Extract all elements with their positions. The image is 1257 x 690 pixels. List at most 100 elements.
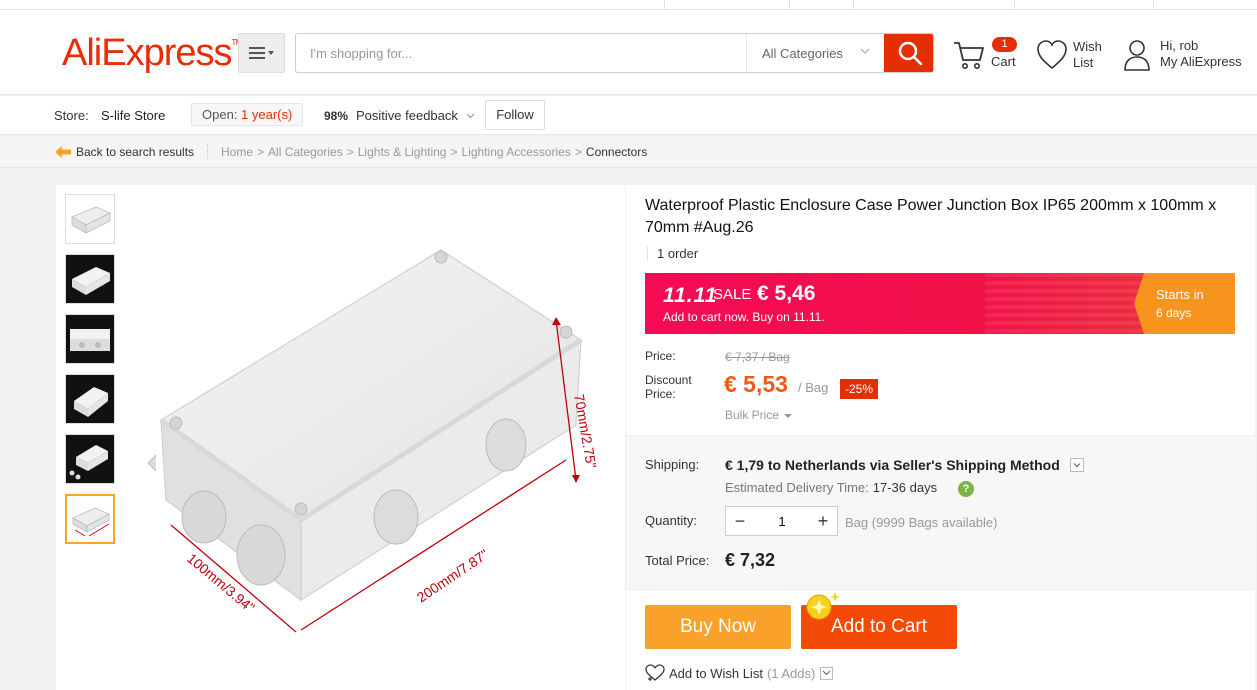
category-menu-button[interactable] bbox=[238, 33, 285, 73]
discount-label-line1: Discount bbox=[645, 373, 692, 387]
breadcrumb-separator: > bbox=[450, 145, 458, 159]
site-header: AliExpressTM All Categories 1 Cart bbox=[0, 10, 1257, 95]
estimated-delivery-days: 17-36 days bbox=[872, 480, 938, 495]
discount-price: € 5,53 bbox=[724, 371, 788, 397]
product-thumbnail-image bbox=[72, 507, 110, 537]
price-label: Price: bbox=[645, 349, 676, 363]
top-strip-divider bbox=[1153, 0, 1154, 9]
product-title: Waterproof Plastic Enclosure Case Power … bbox=[645, 197, 1217, 236]
account-label: Hi, rob My AliExpress bbox=[1160, 38, 1242, 70]
breadcrumb-separator: > bbox=[346, 145, 354, 159]
account-my-aliexpress: My AliExpress bbox=[1160, 54, 1242, 69]
product-thumbnail-image bbox=[69, 445, 108, 480]
thumbnail-list bbox=[65, 194, 117, 554]
sale-banner: 11.11 SALE € 5,46 Add to cart now. Buy o… bbox=[645, 273, 1235, 334]
cart-icon bbox=[954, 42, 984, 69]
original-price: € 7,37 / Bag bbox=[725, 350, 790, 364]
category-select-value: All Categories bbox=[762, 45, 843, 61]
product-main-image[interactable]: 70mm/2.75" 200mm/7.87" 100mm/3.94" bbox=[136, 225, 616, 675]
wish-list-dropdown[interactable] bbox=[820, 666, 834, 680]
store-label: Store: bbox=[54, 108, 89, 123]
category-select[interactable]: All Categories bbox=[746, 34, 884, 72]
discount-percent-badge: -25% bbox=[840, 379, 879, 399]
sale-starts-label: Starts in bbox=[1156, 287, 1204, 302]
feedback-percent: 98% bbox=[324, 109, 349, 123]
buy-now-button[interactable]: Buy Now bbox=[645, 605, 791, 649]
cart-label: Cart bbox=[991, 54, 1016, 69]
top-strip bbox=[0, 0, 1257, 10]
thumbnail[interactable] bbox=[65, 314, 115, 364]
store-open-years: 1 year(s) bbox=[241, 107, 293, 122]
breadcrumb-home[interactable]: Home bbox=[221, 145, 253, 159]
account-link[interactable]: Hi, rob My AliExpress bbox=[1123, 37, 1253, 77]
search-icon bbox=[898, 41, 922, 66]
store-open-duration: Open: 1 year(s) bbox=[191, 103, 304, 126]
cart-link[interactable]: 1 Cart bbox=[952, 37, 1022, 77]
user-icon bbox=[1124, 40, 1150, 71]
shipping-label: Shipping: bbox=[645, 457, 700, 472]
shipping-method-dropdown[interactable] bbox=[1070, 458, 1084, 472]
chevron-down-icon bbox=[466, 113, 475, 119]
thumbnail[interactable] bbox=[65, 194, 115, 244]
logo-text: AliExpress bbox=[62, 32, 232, 74]
search-bar: All Categories bbox=[295, 33, 934, 73]
follow-button[interactable]: Follow bbox=[485, 100, 545, 130]
bulk-price-dropdown[interactable]: Bulk Price bbox=[725, 408, 793, 422]
wish-list-link[interactable]: Wish List bbox=[1036, 38, 1116, 78]
thumbnail[interactable] bbox=[65, 434, 115, 484]
heart-icon bbox=[1037, 40, 1067, 70]
store-name-link[interactable]: S-life Store bbox=[101, 108, 165, 123]
back-arrow-icon bbox=[55, 146, 71, 158]
positive-feedback-link[interactable]: Positive feedback bbox=[356, 108, 458, 123]
top-strip-divider bbox=[1014, 0, 1015, 9]
add-to-wish-list-label: Add to Wish List bbox=[669, 665, 763, 681]
back-to-search-label: Back to search results bbox=[76, 145, 195, 159]
breadcrumb-lighting-accessories[interactable]: Lighting Accessories bbox=[462, 145, 571, 159]
add-to-wish-list-link[interactable]: Add to Wish List (1 Adds) bbox=[645, 663, 834, 683]
estimated-delivery-label: Estimated Delivery Time: bbox=[725, 480, 869, 495]
cart-count-badge: 1 bbox=[992, 37, 1017, 52]
breadcrumb-divider bbox=[207, 144, 208, 160]
quantity-input[interactable] bbox=[754, 507, 810, 535]
sale-1111-badge: 11.11 bbox=[663, 284, 718, 307]
breadcrumb-bar: Back to search results Home > All Categori… bbox=[0, 136, 1257, 168]
dimension-height-label: 70mm/2.75" bbox=[571, 393, 600, 470]
chevron-down-icon bbox=[860, 48, 870, 54]
top-strip-divider bbox=[789, 0, 790, 9]
wish-list-adds: (1 Adds) bbox=[766, 665, 816, 681]
product-thumbnail-image bbox=[72, 267, 110, 295]
top-strip-divider bbox=[664, 0, 665, 9]
breadcrumb-separator: > bbox=[257, 145, 265, 159]
discount-label-line2: Price: bbox=[645, 387, 676, 401]
quantity-decrease-button[interactable]: − bbox=[726, 507, 754, 535]
bulk-price-label: Bulk Price bbox=[725, 408, 780, 422]
thumbnail[interactable] bbox=[65, 254, 115, 304]
quantity-available: Bag (9999 Bags available) bbox=[845, 515, 998, 530]
top-strip-divider bbox=[853, 0, 854, 9]
help-icon[interactable]: ? bbox=[958, 481, 974, 497]
quantity-stepper: − + bbox=[725, 506, 838, 536]
chevron-down-icon bbox=[1073, 463, 1081, 468]
caret-down-icon bbox=[784, 414, 793, 418]
thumbnail[interactable] bbox=[65, 374, 115, 424]
sale-countdown: Starts in 6 days bbox=[1134, 273, 1235, 334]
breadcrumb-all-categories[interactable]: All Categories bbox=[268, 145, 343, 159]
sale-starts-value: 6 days bbox=[1156, 306, 1192, 320]
sale-label: SALE bbox=[713, 286, 752, 303]
store-bar: Store: S-life Store Open: 1 year(s) 98% … bbox=[0, 96, 1257, 135]
back-to-search-link[interactable]: Back to search results bbox=[54, 143, 194, 161]
quantity-increase-button[interactable]: + bbox=[809, 507, 837, 535]
search-input[interactable] bbox=[296, 34, 746, 72]
estimated-delivery: Estimated Delivery Time: 17-36 days bbox=[725, 480, 937, 495]
thumbnail-active[interactable] bbox=[65, 494, 115, 544]
product-info: Waterproof Plastic Enclosure Case Power … bbox=[625, 185, 1256, 690]
wish-label-line2: List bbox=[1073, 55, 1094, 70]
product-thumbnail-image bbox=[74, 387, 108, 417]
search-button[interactable] bbox=[884, 34, 933, 72]
sparkle-icon bbox=[806, 592, 840, 620]
breadcrumb-lights-lighting[interactable]: Lights & Lighting bbox=[358, 145, 447, 159]
aliexpress-logo[interactable]: AliExpressTM bbox=[62, 32, 242, 75]
wish-label-line1: Wish bbox=[1073, 39, 1102, 54]
discount-price-label: Discount Price: bbox=[645, 373, 692, 401]
wish-list-label: Wish List bbox=[1073, 39, 1102, 71]
